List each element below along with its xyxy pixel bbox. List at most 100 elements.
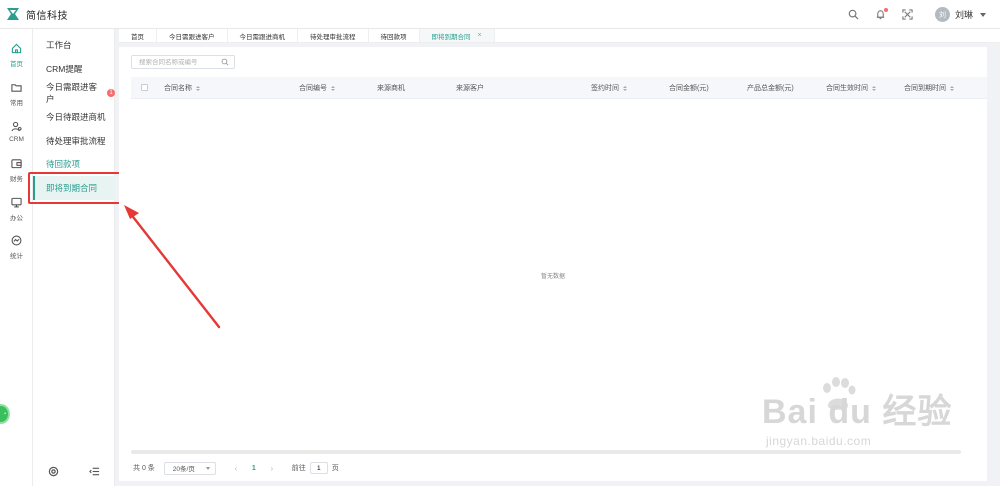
notification-dot: [883, 7, 888, 12]
home-icon: [11, 43, 22, 53]
column-sign-time[interactable]: 签约时间: [591, 77, 627, 99]
search-icon[interactable]: [848, 9, 860, 21]
tab-label: 首页: [131, 33, 144, 41]
rail-label: 办公: [10, 214, 23, 222]
collapse-menu-icon[interactable]: [89, 466, 100, 477]
search-icon[interactable]: [221, 58, 229, 66]
sort-icon[interactable]: [196, 85, 200, 91]
rail-item-finance[interactable]: 财务: [0, 152, 33, 188]
table-header: 合同名称 合同编号 来源商机 来源客户 签约时间 合同金额(元) 产品总金额(元…: [131, 77, 987, 99]
rail-label: 首页: [10, 60, 23, 68]
bell-icon[interactable]: [875, 7, 888, 21]
submenu-footer: [33, 460, 115, 482]
tab-home[interactable]: 首页: [119, 29, 157, 42]
empty-state-text: 暂无数据: [540, 274, 565, 280]
rail-item-common[interactable]: 常用: [0, 76, 33, 112]
page-size-value: 20条/页: [172, 466, 195, 473]
next-page-button[interactable]: ›: [266, 464, 278, 473]
column-contract-number[interactable]: 合同编号: [299, 77, 335, 99]
page-size-select[interactable]: 20条/页: [163, 461, 216, 475]
rail-label: 常用: [10, 99, 23, 107]
sort-icon[interactable]: [872, 85, 876, 91]
tab-label: 待处理审批流程: [310, 33, 356, 41]
rail-label: 财务: [10, 175, 23, 183]
goto-label: 前往: [291, 465, 306, 472]
column-expiry-time[interactable]: 合同到期时间: [904, 77, 954, 99]
column-label: 合同名称: [164, 85, 192, 92]
submenu-item-workbench[interactable]: 工作台: [33, 33, 115, 57]
tab-today-customers[interactable]: 今日需跟进客户: [157, 29, 228, 42]
chevron-down-icon: [980, 12, 986, 17]
submenu-item-pending-payments[interactable]: 待回款项: [33, 152, 115, 176]
rail-item-office[interactable]: 办公: [0, 191, 33, 227]
user-menu[interactable]: 刘 刘琳: [934, 7, 986, 22]
close-icon[interactable]: ×: [478, 32, 482, 39]
goto-page: 前往 页: [292, 462, 339, 474]
submenu-label: 今日需跟进客户: [46, 82, 98, 104]
chevron-down-icon: [205, 466, 210, 470]
submenu-item-expiring-contracts[interactable]: 即将到期合同: [33, 176, 115, 200]
submenu-label: 待回款项: [46, 159, 81, 169]
tab-bar: 首页 今日需跟进客户 今日需跟进商机 待处理审批流程 待回款项 即将到期合同 ×: [119, 29, 1000, 43]
submenu-label: 今日待跟进商机: [46, 112, 106, 122]
rail-item-crm[interactable]: CRM: [0, 114, 33, 150]
select-all-checkbox[interactable]: [141, 84, 148, 91]
column-effective-time[interactable]: 合同生效时间: [826, 77, 876, 99]
column-label: 产品总金额(元): [747, 85, 794, 92]
rail-label: CRM: [9, 136, 24, 143]
column-source-customer: 来源客户: [456, 77, 484, 99]
search-box: [131, 55, 235, 69]
column-label: 合同编号: [299, 85, 327, 92]
column-contract-name[interactable]: 合同名称: [164, 77, 200, 99]
tab-expiring-contracts[interactable]: 即将到期合同 ×: [419, 29, 495, 42]
tab-pending-approvals[interactable]: 待处理审批流程: [298, 29, 369, 42]
submenu-label: 工作台: [46, 40, 72, 50]
submenu-label: 待处理审批流程: [46, 136, 106, 146]
monitor-icon: [11, 197, 22, 207]
goto-page-input[interactable]: [309, 462, 328, 474]
column-label: 合同到期时间: [904, 85, 946, 92]
horizontal-scrollbar[interactable]: [131, 450, 961, 454]
tab-label: 今日需跟进商机: [239, 33, 286, 41]
rail-label: 统计: [10, 252, 23, 260]
person-icon: [11, 121, 22, 132]
submenu-item-pending-approvals[interactable]: 待处理审批流程: [33, 129, 115, 153]
prev-page-button[interactable]: ‹: [230, 464, 242, 473]
pagination: 共 0 条 20条/页 ‹ 1 › 前往 页: [133, 461, 339, 475]
search-input[interactable]: [139, 58, 219, 66]
submenu-item-today-customers[interactable]: 今日需跟进客户 1: [33, 81, 115, 105]
finance-icon: [11, 158, 22, 168]
stats-icon: [11, 235, 22, 245]
avatar: 刘: [934, 7, 950, 22]
rail-item-stats[interactable]: 统计: [0, 229, 33, 265]
top-header: 简信科技 刘 刘琳: [0, 0, 1000, 29]
settings-icon[interactable]: [48, 466, 59, 477]
sort-icon[interactable]: [623, 85, 627, 91]
logo-icon: [7, 8, 19, 20]
count-badge: 1: [107, 89, 115, 97]
rail-item-home[interactable]: 首页: [0, 37, 33, 73]
submenu-item-crm-reminder[interactable]: CRM提醒: [33, 57, 115, 81]
submenu-label: CRM提醒: [46, 64, 83, 74]
tab-label: 即将到期合同: [431, 33, 471, 41]
current-page-number[interactable]: 1: [246, 465, 262, 472]
sub-menu: 工作台 CRM提醒 今日需跟进客户 1 今日待跟进商机 待处理审批流程 待回款项 …: [33, 29, 115, 486]
submenu-label: 即将到期合同: [46, 183, 98, 193]
submenu-item-today-opportunities[interactable]: 今日待跟进商机: [33, 105, 115, 129]
column-label: 来源客户: [456, 85, 484, 92]
header-actions: 刘 刘琳: [848, 0, 986, 29]
folder-icon: [11, 83, 22, 92]
column-label: 合同生效时间: [826, 85, 868, 92]
tab-label: 待回款项: [380, 33, 407, 41]
column-label: 签约时间: [591, 85, 619, 92]
sort-icon[interactable]: [950, 85, 954, 91]
tab-today-opportunities[interactable]: 今日需跟进商机: [228, 29, 298, 42]
total-count: 共 0 条: [133, 465, 155, 472]
column-label: 来源商机: [377, 85, 405, 92]
tab-pending-payments[interactable]: 待回款项: [369, 29, 420, 42]
fullscreen-icon[interactable]: [902, 9, 914, 21]
column-product-amount: 产品总金额(元): [747, 77, 794, 99]
main-panel: 合同名称 合同编号 来源商机 来源客户 签约时间 合同金额(元) 产品总金额(元…: [119, 47, 987, 481]
goto-suffix: 页: [331, 465, 339, 472]
sort-icon[interactable]: [331, 85, 335, 91]
